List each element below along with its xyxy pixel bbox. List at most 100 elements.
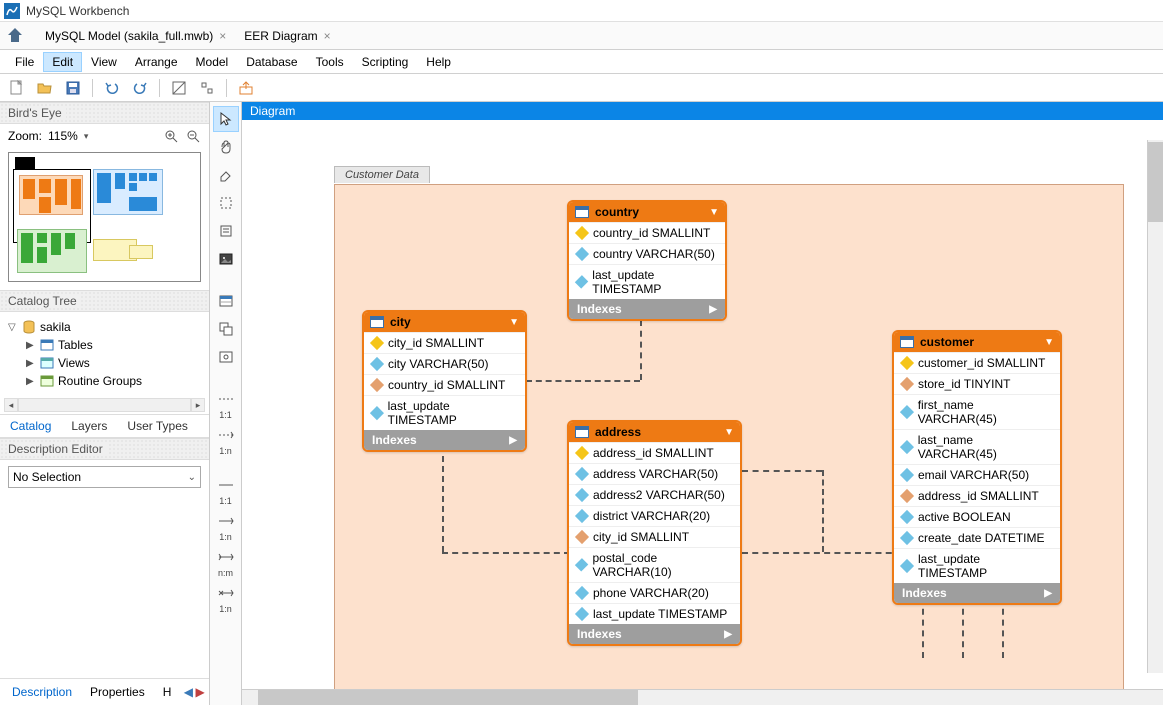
expand-icon[interactable]: ▶ bbox=[26, 358, 36, 369]
align-icon[interactable] bbox=[196, 77, 218, 99]
column: store_id TINYINT bbox=[918, 377, 1010, 391]
zoom-out-icon[interactable] bbox=[185, 128, 201, 144]
grid-toggle-icon[interactable] bbox=[168, 77, 190, 99]
indexes-label: Indexes bbox=[372, 433, 417, 447]
catalog-hscroll[interactable]: ◂ ▸ bbox=[0, 396, 209, 414]
collapse-icon[interactable]: ▼ bbox=[509, 317, 519, 328]
birds-eye-canvas[interactable] bbox=[8, 152, 201, 282]
tree-node-views[interactable]: ▶ Views bbox=[4, 354, 205, 372]
tab-catalog[interactable]: Catalog bbox=[0, 415, 61, 437]
expand-icon[interactable]: ▽ bbox=[8, 322, 18, 333]
expand-icon[interactable]: ▶ bbox=[26, 376, 36, 387]
tab-properties[interactable]: Properties bbox=[82, 681, 153, 703]
tree-node-routines[interactable]: ▶ Routine Groups bbox=[4, 372, 205, 390]
routines-icon bbox=[40, 374, 54, 388]
expand-icon[interactable]: ▶ bbox=[26, 340, 36, 351]
table-tool-icon[interactable] bbox=[213, 288, 239, 314]
relation-1-n-nonid-icon[interactable] bbox=[213, 422, 239, 448]
relation-label: 1:1 bbox=[219, 496, 232, 506]
menu-file[interactable]: File bbox=[6, 52, 43, 72]
table-icon bbox=[370, 316, 384, 328]
scroll-left-icon[interactable]: ◂ bbox=[4, 398, 18, 412]
toolbar bbox=[0, 74, 1163, 102]
diagram-canvas[interactable]: Customer Data country▼ country_id SMALLI… bbox=[242, 120, 1163, 689]
expand-icon[interactable]: ▶ bbox=[709, 304, 717, 315]
hand-tool-icon[interactable] bbox=[213, 134, 239, 160]
entity-country[interactable]: country▼ country_id SMALLINT country VAR… bbox=[567, 200, 727, 321]
bottom-tabs: Description Properties H ◀ ▶ bbox=[0, 678, 209, 705]
expand-icon[interactable]: ▶ bbox=[724, 629, 732, 640]
menu-model[interactable]: Model bbox=[187, 52, 238, 72]
entity-address[interactable]: address▼ address_id SMALLINT address VAR… bbox=[567, 420, 742, 646]
tab-history[interactable]: H bbox=[155, 681, 180, 703]
table-icon bbox=[900, 336, 914, 348]
pk-icon bbox=[575, 226, 589, 240]
undo-icon[interactable] bbox=[101, 77, 123, 99]
diagram-hscroll[interactable] bbox=[242, 689, 1163, 705]
tree-node-schema[interactable]: ▽ sakila bbox=[4, 318, 205, 336]
close-icon[interactable]: × bbox=[324, 29, 331, 43]
relation-n-m-icon[interactable] bbox=[213, 544, 239, 570]
entity-city[interactable]: city▼ city_id SMALLINT city VARCHAR(50) … bbox=[362, 310, 527, 452]
relation-label: 1:n bbox=[219, 532, 232, 542]
tab-layers[interactable]: Layers bbox=[61, 415, 117, 437]
fk-icon bbox=[370, 378, 384, 392]
redo-icon[interactable] bbox=[129, 77, 151, 99]
nav-prev-icon[interactable]: ◀ bbox=[183, 684, 193, 700]
export-icon[interactable] bbox=[235, 77, 257, 99]
menu-help[interactable]: Help bbox=[417, 52, 460, 72]
tab-description[interactable]: Description bbox=[4, 681, 80, 703]
routine-tool-icon[interactable] bbox=[213, 344, 239, 370]
indexes-label: Indexes bbox=[577, 627, 622, 641]
save-icon[interactable] bbox=[62, 77, 84, 99]
tab-user-types[interactable]: User Types bbox=[117, 415, 197, 437]
view-tool-icon[interactable] bbox=[213, 316, 239, 342]
column-icon bbox=[900, 559, 914, 573]
note-tool-icon[interactable] bbox=[213, 218, 239, 244]
zoom-in-icon[interactable] bbox=[163, 128, 179, 144]
image-tool-icon[interactable] bbox=[213, 246, 239, 272]
description-select[interactable]: No Selection ⌄ bbox=[8, 466, 201, 488]
entity-name: customer bbox=[920, 335, 974, 349]
entity-name: country bbox=[595, 205, 639, 219]
tree-node-tables[interactable]: ▶ Tables bbox=[4, 336, 205, 354]
tree-label: Tables bbox=[58, 338, 93, 352]
new-file-icon[interactable] bbox=[6, 77, 28, 99]
separator bbox=[92, 79, 93, 97]
zoom-dropdown-icon[interactable]: ▾ bbox=[84, 131, 89, 142]
relation-1-1-id-icon[interactable] bbox=[213, 472, 239, 498]
menu-edit[interactable]: Edit bbox=[43, 52, 82, 72]
collapse-icon[interactable]: ▼ bbox=[724, 427, 734, 438]
app-icon bbox=[4, 3, 20, 19]
close-icon[interactable]: × bbox=[219, 29, 226, 43]
menu-view[interactable]: View bbox=[82, 52, 126, 72]
menu-tools[interactable]: Tools bbox=[307, 52, 353, 72]
database-icon bbox=[22, 320, 36, 334]
nav-next-icon[interactable]: ▶ bbox=[195, 684, 205, 700]
menu-scripting[interactable]: Scripting bbox=[353, 52, 418, 72]
collapse-icon[interactable]: ▼ bbox=[1044, 337, 1054, 348]
catalog-tree: ▽ sakila ▶ Tables ▶ Views ▶ Routine Grou… bbox=[0, 312, 209, 396]
collapse-icon[interactable]: ▼ bbox=[709, 207, 719, 218]
relation-1-1-nonid-icon[interactable] bbox=[213, 386, 239, 412]
layer-tool-icon[interactable] bbox=[213, 190, 239, 216]
relation-place-icon[interactable] bbox=[213, 580, 239, 606]
relation-1-n-id-icon[interactable] bbox=[213, 508, 239, 534]
tab-eer-diagram[interactable]: EER Diagram × bbox=[235, 24, 339, 48]
scroll-right-icon[interactable]: ▸ bbox=[191, 398, 205, 412]
open-file-icon[interactable] bbox=[34, 77, 56, 99]
menu-arrange[interactable]: Arrange bbox=[126, 52, 187, 72]
diagram-vscroll[interactable] bbox=[1147, 140, 1163, 673]
expand-icon[interactable]: ▶ bbox=[509, 435, 517, 446]
column: create_date DATETIME bbox=[918, 531, 1045, 545]
expand-icon[interactable]: ▶ bbox=[1044, 588, 1052, 599]
indexes-label: Indexes bbox=[577, 302, 622, 316]
home-icon[interactable] bbox=[6, 26, 26, 46]
tab-model[interactable]: MySQL Model (sakila_full.mwb) × bbox=[36, 24, 235, 48]
menu-database[interactable]: Database bbox=[237, 52, 306, 72]
pointer-tool-icon[interactable] bbox=[213, 106, 239, 132]
column: address2 VARCHAR(50) bbox=[593, 488, 725, 502]
column-icon bbox=[900, 468, 914, 482]
entity-customer[interactable]: customer▼ customer_id SMALLINT store_id … bbox=[892, 330, 1062, 605]
eraser-tool-icon[interactable] bbox=[213, 162, 239, 188]
